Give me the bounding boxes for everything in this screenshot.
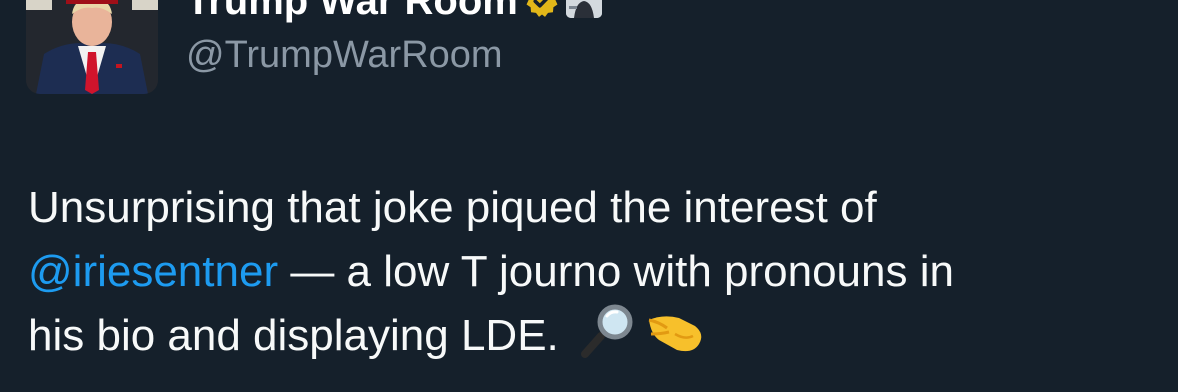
gold-verified-icon[interactable] (524, 0, 560, 19)
tweet-line-3: his bio and displaying LDE. (28, 311, 559, 360)
author-name-row: Trump War Room (186, 0, 602, 24)
author-handle[interactable]: @TrumpWarRoom (186, 32, 503, 78)
tweet-line-1: Unsurprising that joke piqued the intere… (28, 183, 877, 232)
magnifying-glass-icon (579, 304, 637, 376)
display-name[interactable]: Trump War Room (186, 0, 518, 24)
affiliate-avatar-badge[interactable] (565, 0, 602, 18)
mention-link[interactable]: @iriesentner (28, 247, 278, 296)
tweet-line-2: — a low T journo with pronouns in (278, 247, 954, 296)
avatar[interactable] (26, 0, 158, 94)
pinching-hand-icon (645, 304, 707, 376)
tweet-text: Unsurprising that joke piqued the intere… (28, 176, 1148, 376)
tweet-card: Trump War Room @TrumpWarRoom Unsurprisin… (0, 0, 1178, 392)
